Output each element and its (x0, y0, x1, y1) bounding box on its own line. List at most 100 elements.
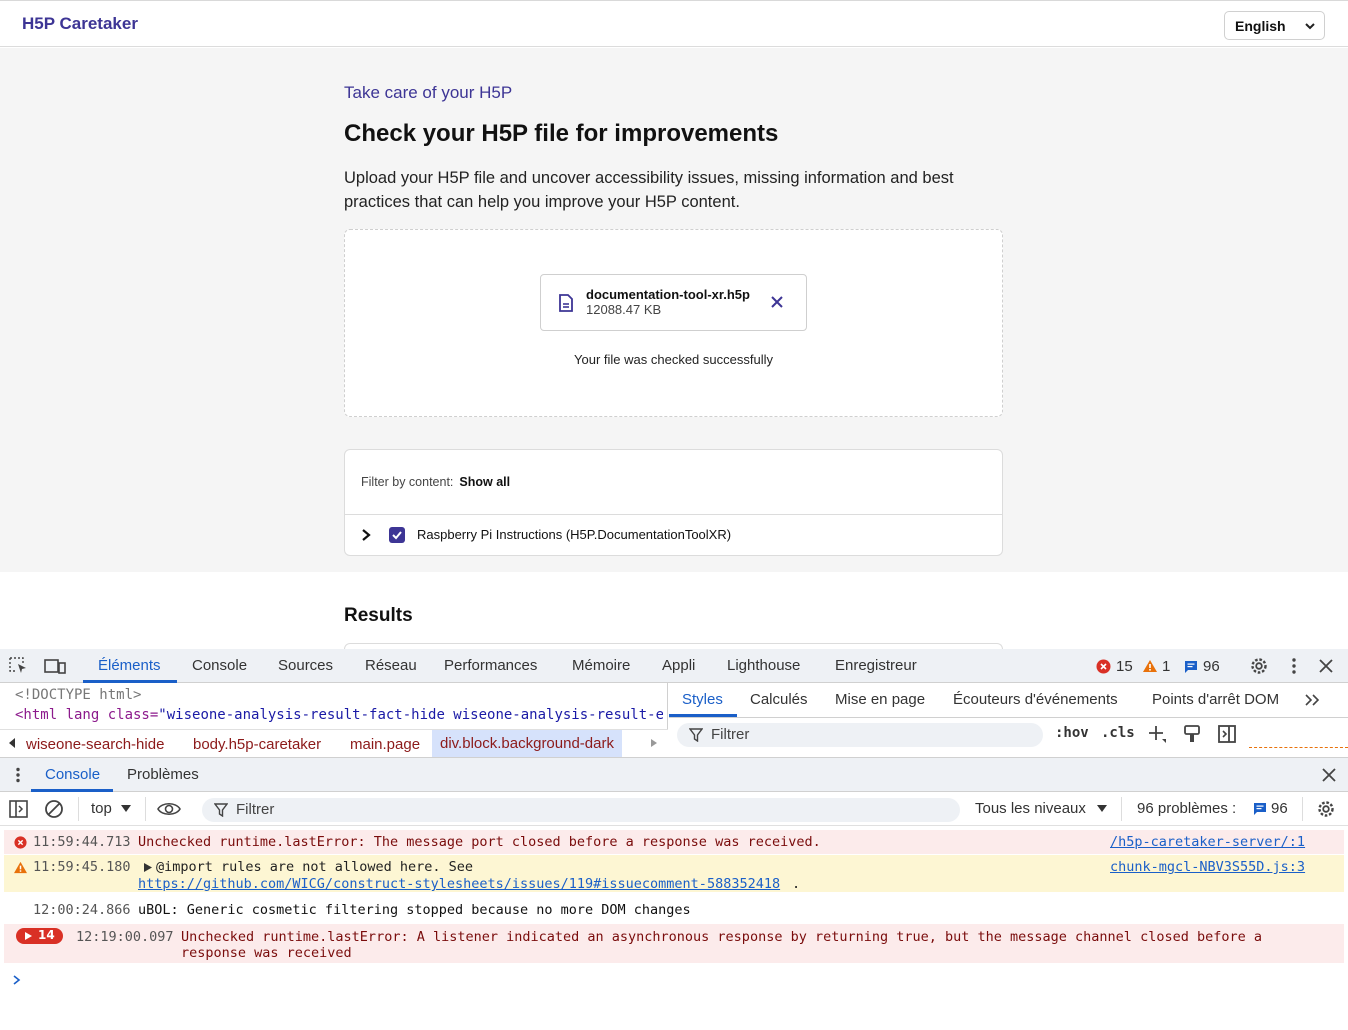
warning-icon (14, 861, 27, 874)
warning-count[interactable]: 1 (1162, 658, 1170, 675)
divider (669, 717, 1348, 718)
doctype-node[interactable]: <!DOCTYPE html> (15, 687, 141, 703)
tab-performance[interactable]: Performances (444, 657, 537, 674)
error-icon (14, 836, 27, 849)
styles-pane: Styles Calculés Mise en page Écouteurs d… (669, 683, 1348, 757)
message-url-link[interactable]: https://github.com/WICG/construct-styles… (138, 876, 780, 892)
tab-console[interactable]: Console (192, 657, 247, 674)
remove-file-icon[interactable] (770, 295, 784, 309)
hover-state-toggle[interactable]: :hov (1055, 725, 1089, 741)
language-select[interactable]: English (1224, 11, 1325, 40)
more-tabs-icon[interactable] (1304, 694, 1320, 706)
brand-logo[interactable]: H5P Caretaker (22, 14, 138, 34)
filter-value[interactable]: Show all (459, 475, 510, 489)
breadcrumb-item[interactable]: main.page (350, 736, 420, 753)
add-rule-icon[interactable] (1147, 724, 1167, 744)
expand-triangle-icon (25, 932, 32, 940)
filter-icon (689, 728, 703, 742)
issues-count[interactable]: 96 (1203, 658, 1220, 675)
console-message-error: 11:59:44.713 Unchecked runtime.lastError… (4, 830, 1344, 854)
divider (1302, 797, 1303, 821)
chevron-down-icon (1305, 23, 1315, 30)
tab-event-listeners[interactable]: Écouteurs d'événements (953, 691, 1118, 708)
scroll-right-icon[interactable] (651, 739, 657, 747)
breadcrumb-item-selected[interactable]: div.block.background-dark (432, 730, 622, 758)
tab-elements[interactable]: Éléments (98, 657, 161, 674)
tab-computed[interactable]: Calculés (750, 691, 808, 708)
error-count[interactable]: 15 (1116, 658, 1133, 675)
tab-lighthouse[interactable]: Lighthouse (727, 657, 800, 674)
styles-filter-input[interactable]: Filtrer (677, 723, 1043, 747)
caret-down-icon (121, 805, 131, 812)
checkmark-icon (392, 531, 402, 540)
scroll-left-icon[interactable] (8, 738, 16, 748)
console-filter-placeholder: Filtrer (236, 801, 275, 818)
content-checkbox[interactable] (389, 527, 405, 543)
close-drawer-icon[interactable] (1322, 768, 1336, 782)
upload-dropzone[interactable]: documentation-tool-xr.h5p 12088.47 KB Yo… (344, 229, 1003, 417)
elements-tree: <!DOCTYPE html> <html lang class="wiseon… (0, 683, 668, 758)
content-item-label: Raspberry Pi Instructions (H5P.Documenta… (417, 527, 732, 542)
tab-layout[interactable]: Mise en page (835, 691, 925, 708)
message-source-link[interactable]: /h5p-caretaker-server/:1 (1110, 834, 1305, 850)
error-icon (1096, 659, 1111, 674)
styles-filter-placeholder: Filtrer (711, 726, 750, 743)
tab-memory[interactable]: Mémoire (572, 657, 630, 674)
divider (345, 514, 1002, 515)
language-value: English (1235, 18, 1286, 34)
paint-brush-icon[interactable] (1183, 724, 1201, 744)
settings-gear-icon[interactable] (1249, 656, 1269, 676)
message-text: Unchecked runtime.lastError: The message… (138, 834, 821, 850)
tab-application[interactable]: Appli (662, 657, 695, 674)
class-toggle[interactable]: .cls (1101, 725, 1135, 741)
message-text: Unchecked runtime.lastError: A listener … (181, 929, 1262, 945)
close-devtools-icon[interactable] (1319, 659, 1333, 673)
console-settings-gear-icon[interactable] (1316, 799, 1336, 819)
log-levels-select[interactable]: Tous les niveaux (975, 800, 1086, 817)
clear-console-icon[interactable] (44, 799, 64, 819)
file-size: 12088.47 KB (586, 302, 662, 317)
tab-sources[interactable]: Sources (278, 657, 333, 674)
expand-triangle-icon[interactable] (144, 863, 152, 872)
drawer-tab-issues[interactable]: Problèmes (127, 766, 199, 783)
html-tag: <html lang class= (15, 707, 159, 723)
live-expression-eye-icon[interactable] (157, 801, 181, 817)
issues-icon (1185, 661, 1197, 673)
tab-styles[interactable]: Styles (682, 691, 723, 708)
breadcrumb-item[interactable]: body.h5p-caretaker (193, 736, 321, 753)
html-node[interactable]: <html lang class="wiseone-analysis-resul… (15, 707, 663, 723)
console-prompt-chevron-icon[interactable] (12, 974, 22, 986)
more-options-icon[interactable] (1286, 657, 1302, 675)
divider (1121, 797, 1122, 821)
tab-network[interactable]: Réseau (365, 657, 417, 674)
message-timestamp: 12:19:00.097 (76, 929, 174, 945)
top-bar: H5P Caretaker English (0, 0, 1348, 47)
repeat-count-badge[interactable]: 14 (16, 928, 63, 944)
divider (1249, 747, 1348, 748)
drawer-tab-console[interactable]: Console (45, 766, 100, 783)
context-select[interactable]: top (91, 800, 112, 817)
console-filter-input[interactable]: Filtrer (202, 798, 960, 822)
console-message-warning: 11:59:45.180 @import rules are not allow… (4, 855, 1344, 892)
issues-icon (1254, 803, 1266, 815)
device-toolbar-icon[interactable] (44, 657, 66, 675)
tab-dom-breakpoints[interactable]: Points d'arrêt DOM (1152, 691, 1279, 708)
message-text: uBOL: Generic cosmetic filtering stopped… (138, 902, 691, 918)
filter-label: Filter by content: (361, 475, 454, 489)
breadcrumb-item[interactable]: wiseone-search-hide (26, 736, 164, 753)
sidebar-toggle-icon[interactable] (9, 800, 29, 818)
toggle-sidebar-icon[interactable] (1217, 724, 1237, 744)
filter-row[interactable]: Filter by content: Show all (361, 475, 510, 489)
filter-icon (214, 803, 228, 817)
chevron-right-icon[interactable] (360, 528, 372, 542)
problems-label[interactable]: 96 problèmes : (1137, 800, 1236, 817)
message-text: @import rules are not allowed here. See (156, 859, 473, 875)
divider (78, 797, 79, 821)
tab-recorder[interactable]: Enregistreur (835, 657, 917, 674)
inspect-element-icon[interactable] (9, 657, 29, 675)
console-message-log: 12:00:24.866 uBOL: Generic cosmetic filt… (4, 900, 1344, 922)
drawer-menu-icon[interactable] (11, 767, 25, 783)
console-message-error-grouped: 14 12:19:00.097 Unchecked runtime.lastEr… (4, 924, 1344, 963)
problems-count: 96 (1271, 800, 1288, 817)
message-source-link[interactable]: chunk-mgcl-NBV3S55D.js:3 (1110, 859, 1305, 875)
